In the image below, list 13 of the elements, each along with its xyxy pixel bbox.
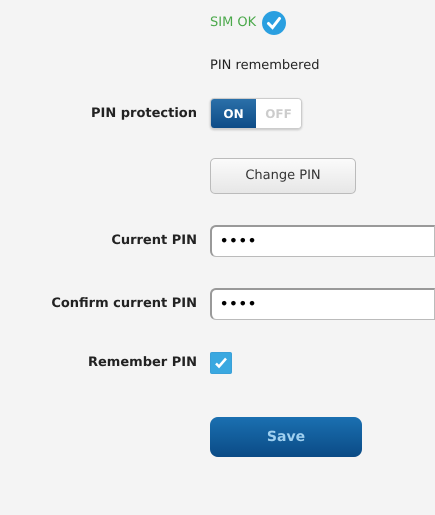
checkbox[interactable]: [210, 352, 232, 374]
sim-status: SIM OK: [210, 14, 256, 32]
pin-field[interactable]: ••••: [210, 288, 435, 320]
field-label: Current PIN: [111, 233, 197, 248]
check-icon: [214, 356, 228, 370]
toggle-option[interactable]: ON: [211, 99, 256, 128]
field-label: Confirm current PIN: [51, 296, 197, 312]
pin-field[interactable]: ••••: [210, 225, 435, 257]
field-label: PIN protection: [90, 106, 197, 121]
status-text: PIN remembered: [210, 57, 320, 76]
save-button[interactable]: Save: [210, 417, 362, 457]
change-pin-button[interactable]: Change PIN: [210, 158, 356, 194]
field-label: Remember PIN: [88, 355, 197, 370]
